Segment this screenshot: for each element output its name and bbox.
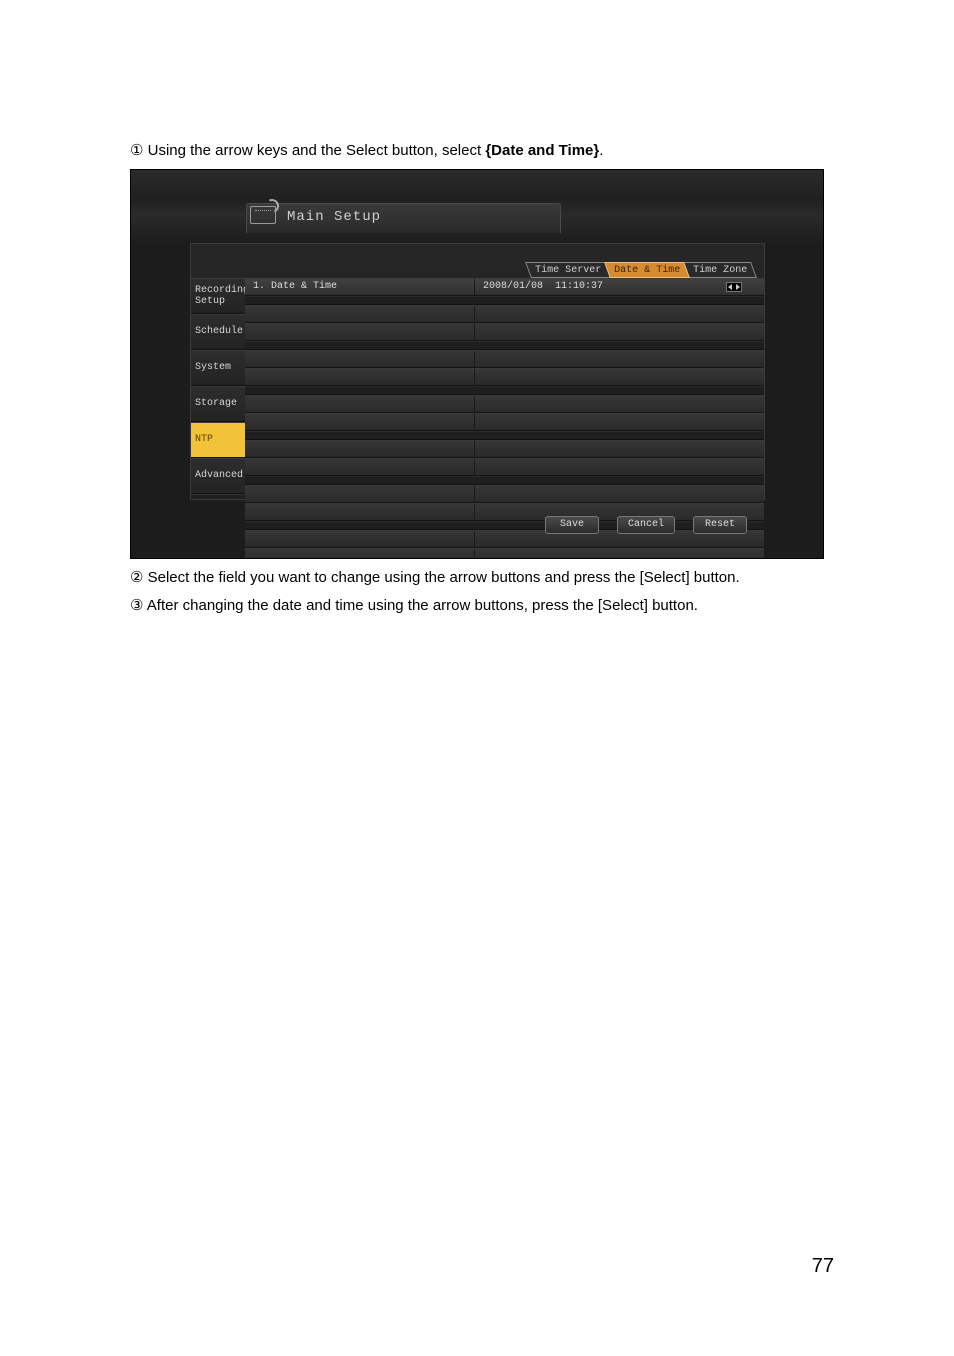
cancel-button[interactable]: Cancel xyxy=(617,516,675,534)
row-blank-3b xyxy=(245,413,764,431)
instruction-1-suffix: . xyxy=(599,142,603,159)
settings-rows: 1. Date & Time 2008/01/08 11:10:37 xyxy=(245,278,764,499)
left-right-stepper-icon[interactable] xyxy=(726,282,742,292)
tab-time-zone-label: Time Zone xyxy=(693,265,747,276)
instruction-2: ② Select the field you want to change us… xyxy=(130,567,824,590)
tab-date-time[interactable]: Date & Time xyxy=(604,262,690,278)
instruction-3: ③ After changing the date and time using… xyxy=(130,595,824,618)
row-blank-1b xyxy=(245,323,764,341)
settings-panel: Time Server Date & Time Time Zone Record… xyxy=(190,243,765,500)
tab-date-time-label: Date & Time xyxy=(614,265,680,276)
row-gap-3 xyxy=(245,386,764,395)
row-gap-2 xyxy=(245,341,764,350)
page-number: 77 xyxy=(812,1255,834,1278)
sidebar-item-storage[interactable]: Storage xyxy=(191,386,245,422)
row-blank-4a xyxy=(245,440,764,458)
row-blank-5a xyxy=(245,485,764,503)
row-date-time-label: 1. Date & Time xyxy=(245,279,475,295)
sidebar-item-system[interactable]: System xyxy=(191,350,245,386)
row-blank-2a xyxy=(245,350,764,368)
window-title: Main Setup xyxy=(287,209,381,225)
reset-button[interactable]: Reset xyxy=(693,516,747,534)
row-date-time[interactable]: 1. Date & Time 2008/01/08 11:10:37 xyxy=(245,278,764,296)
row-blank-4b xyxy=(245,458,764,476)
sidebar-item-advanced[interactable]: Advanced xyxy=(191,458,245,494)
embedded-screenshot: Main Setup Time Server Date & Time Time … xyxy=(130,169,824,559)
instruction-2-text: ② Select the field you want to change us… xyxy=(130,569,740,586)
instruction-1-bold: {Date and Time} xyxy=(485,142,599,159)
instruction-3-text: ③ After changing the date and time using… xyxy=(130,597,698,614)
instruction-1: ① Using the arrow keys and the Select bu… xyxy=(130,140,824,163)
sidebar-item-schedule[interactable]: Schedule xyxy=(191,314,245,350)
tab-time-zone[interactable]: Time Zone xyxy=(683,262,757,278)
tab-time-server[interactable]: Time Server xyxy=(525,262,611,278)
row-gap-1 xyxy=(245,296,764,305)
sidebar-item-ntp[interactable]: NTP xyxy=(191,422,245,458)
sidebar: Recording Setup Schedule System Storage … xyxy=(191,278,245,499)
tabs-row: Time Server Date & Time Time Zone xyxy=(529,260,754,278)
row-gap-4 xyxy=(245,431,764,440)
row-blank-6b xyxy=(245,548,764,559)
instruction-1-prefix: ① Using the arrow keys and the Select bu… xyxy=(130,142,485,159)
row-date-time-value[interactable]: 2008/01/08 11:10:37 xyxy=(475,279,764,295)
button-bar: Save Cancel Reset xyxy=(545,516,747,534)
row-blank-3a xyxy=(245,395,764,413)
row-blank-2b xyxy=(245,368,764,386)
time-value[interactable]: 11:10:37 xyxy=(555,281,603,292)
save-button[interactable]: Save xyxy=(545,516,599,534)
sidebar-item-recording-setup[interactable]: Recording Setup xyxy=(191,278,245,314)
date-value[interactable]: 2008/01/08 xyxy=(483,281,543,292)
title-device-icon xyxy=(250,206,276,224)
row-gap-5 xyxy=(245,476,764,485)
row-blank-1a xyxy=(245,305,764,323)
tab-time-server-label: Time Server xyxy=(535,265,601,276)
sidebar-spacer xyxy=(191,494,245,512)
